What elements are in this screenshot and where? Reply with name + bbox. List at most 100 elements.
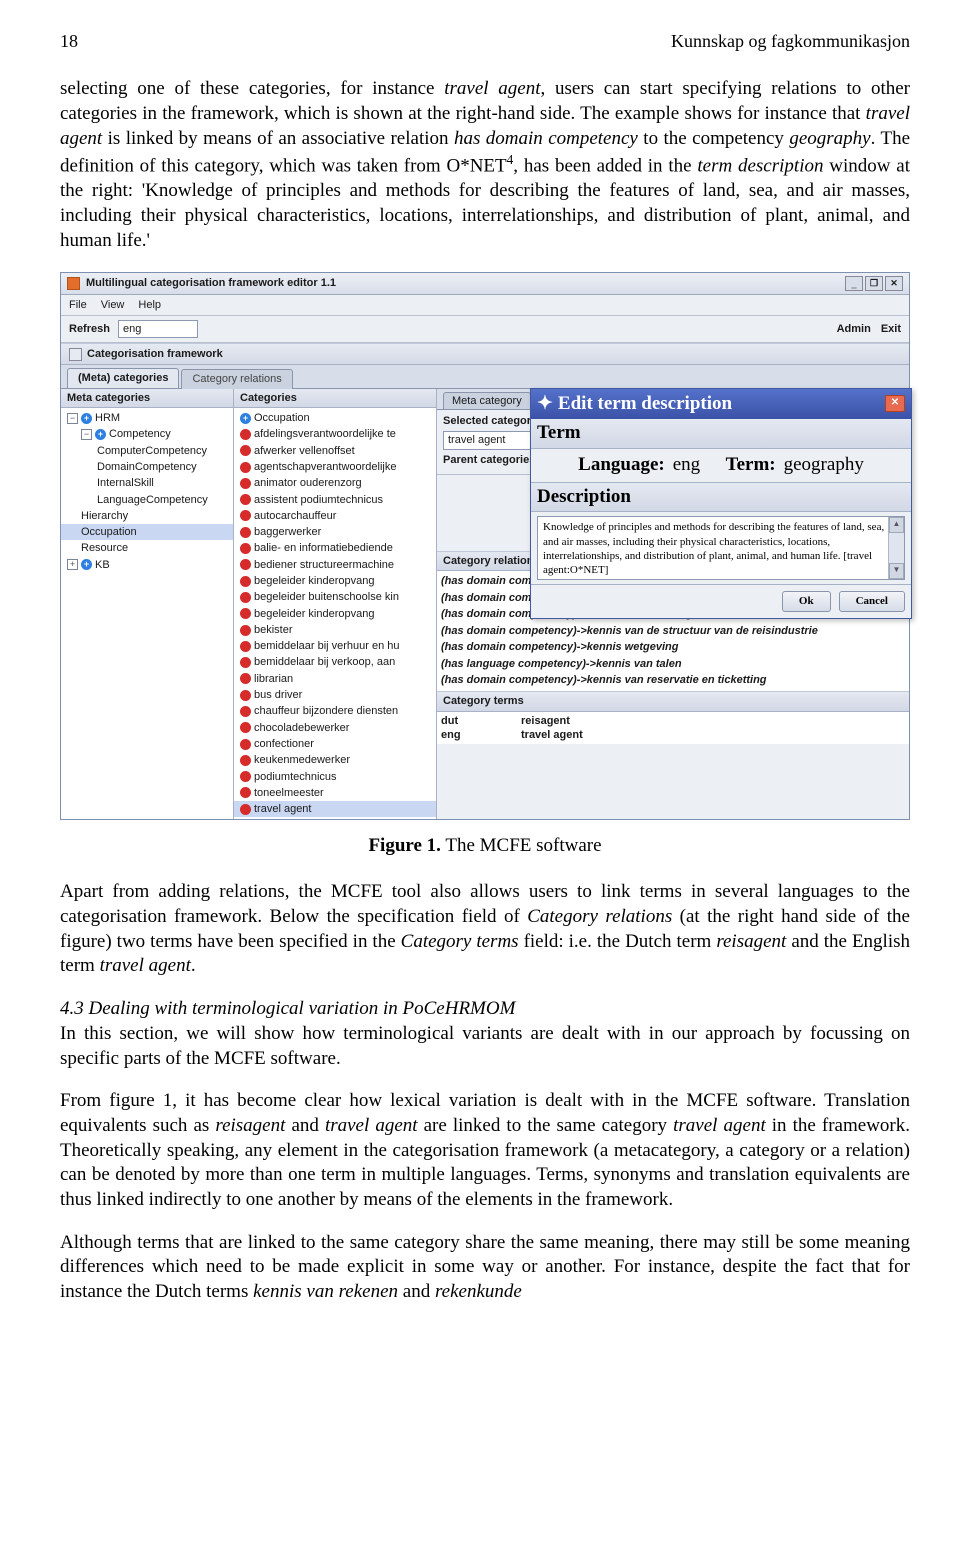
- category-item[interactable]: bemiddelaar bij verhuur en hu: [234, 638, 436, 654]
- tab-meta-category[interactable]: Meta category: [443, 392, 531, 409]
- category-item[interactable]: assistent podiumtechnicus: [234, 492, 436, 508]
- relation-item[interactable]: (has language competency)->kennis van ta…: [441, 656, 905, 673]
- category-item[interactable]: afwerker vellenoffset: [234, 443, 436, 459]
- dot-icon: [240, 608, 251, 619]
- dot-icon: [240, 804, 251, 815]
- category-item[interactable]: toneelmeester: [234, 785, 436, 801]
- category-item[interactable]: autocarchauffeur: [234, 508, 436, 524]
- panel-icon: [69, 348, 82, 361]
- dot-icon: [240, 739, 251, 750]
- close-window-icon[interactable]: ✕: [885, 276, 903, 291]
- relation-item[interactable]: (has domain competency)->kennis van de s…: [441, 623, 905, 640]
- scroll-up-icon[interactable]: ▲: [889, 517, 904, 533]
- dot-icon: [240, 445, 251, 456]
- subsection-heading: 4.3 Dealing with terminological variatio…: [60, 997, 910, 1022]
- dot-icon: [240, 690, 251, 701]
- col-header-meta: Meta categories: [61, 389, 233, 408]
- dot-icon: [240, 722, 251, 733]
- language-input[interactable]: eng: [118, 320, 198, 338]
- menu-view[interactable]: View: [101, 298, 125, 312]
- category-item[interactable]: balie- en informatiebediende: [234, 540, 436, 556]
- plus-icon: +: [81, 413, 92, 424]
- category-item[interactable]: chocoladebewerker: [234, 720, 436, 736]
- category-item[interactable]: zaalmedewerker: [234, 817, 436, 818]
- category-item[interactable]: confectioner: [234, 736, 436, 752]
- dot-icon: [240, 787, 251, 798]
- collapse-icon[interactable]: −: [67, 413, 78, 424]
- toolbar: Refresh eng Admin Exit: [61, 316, 909, 343]
- category-item[interactable]: keukenmedewerker: [234, 752, 436, 768]
- col-header-categories: Categories: [234, 389, 436, 408]
- category-item[interactable]: afdelingsverantwoordelijke te: [234, 426, 436, 442]
- minimize-icon[interactable]: ‗: [845, 276, 863, 291]
- dot-icon: [240, 706, 251, 717]
- categories-list[interactable]: +Occupationafdelingsverantwoordelijke te…: [234, 408, 436, 819]
- refresh-button[interactable]: Refresh: [69, 322, 110, 336]
- menubar: File View Help: [61, 295, 909, 316]
- category-item[interactable]: chauffeur bijzondere diensten: [234, 703, 436, 719]
- cancel-button[interactable]: Cancel: [839, 591, 905, 611]
- category-item[interactable]: bediener structureermachine: [234, 557, 436, 573]
- dot-icon: [240, 494, 251, 505]
- dot-icon: [240, 625, 251, 636]
- body-paragraph-1: selecting one of these categories, for i…: [60, 77, 910, 253]
- scroll-down-icon[interactable]: ▼: [889, 563, 904, 579]
- dot-icon: [240, 755, 251, 766]
- scrollbar[interactable]: ▲ ▼: [888, 517, 904, 579]
- panel-title: Categorisation framework: [61, 343, 909, 365]
- dot-icon: [240, 429, 251, 440]
- category-item[interactable]: travel agent: [234, 801, 436, 817]
- dot-icon: [240, 543, 251, 554]
- meta-categories-tree[interactable]: −+HRM −+Competency ComputerCompetency Do…: [61, 408, 233, 819]
- description-section-header: Description: [531, 483, 911, 513]
- menu-file[interactable]: File: [69, 298, 87, 312]
- body-paragraph-2: Apart from adding relations, the MCFE to…: [60, 880, 910, 979]
- category-item[interactable]: begeleider kinderopvang: [234, 573, 436, 589]
- category-item[interactable]: podiumtechnicus: [234, 769, 436, 785]
- dot-icon: [240, 771, 251, 782]
- window-title: Multilingual categorisation framework ed…: [86, 276, 336, 290]
- term-section-header: Term: [531, 419, 911, 449]
- expand-icon[interactable]: +: [67, 559, 78, 570]
- category-item[interactable]: agentschapverantwoordelijke: [234, 459, 436, 475]
- category-item[interactable]: begeleider buitenschoolse kin: [234, 589, 436, 605]
- tab-category-relations[interactable]: Category relations: [181, 369, 292, 388]
- category-item[interactable]: bemiddelaar bij verkoop, aan: [234, 654, 436, 670]
- category-item[interactable]: animator ouderenzorg: [234, 475, 436, 491]
- dot-icon: [240, 657, 251, 668]
- category-terms-grid[interactable]: dutreisagent engtravel agent: [437, 712, 909, 745]
- menu-help[interactable]: Help: [138, 298, 161, 312]
- category-item[interactable]: baggerwerker: [234, 524, 436, 540]
- dot-icon: [240, 592, 251, 603]
- collapse-icon[interactable]: −: [81, 429, 92, 440]
- admin-button[interactable]: Admin: [837, 322, 871, 336]
- relation-item[interactable]: (has domain competency)->kennis wetgevin…: [441, 639, 905, 656]
- category-item[interactable]: begeleider kinderopvang: [234, 606, 436, 622]
- dialog-title: Edit term description: [558, 392, 732, 417]
- body-paragraph-3: In this section, we will show how termin…: [60, 1022, 910, 1071]
- close-icon[interactable]: ✕: [885, 395, 905, 412]
- body-paragraph-5: Although terms that are linked to the sa…: [60, 1231, 910, 1305]
- category-item[interactable]: bekister: [234, 622, 436, 638]
- category-item[interactable]: bus driver: [234, 687, 436, 703]
- figure-caption: Figure 1. The MCFE software: [60, 834, 910, 859]
- dot-icon: [240, 510, 251, 521]
- dot-icon: [240, 673, 251, 684]
- dot-icon: [240, 641, 251, 652]
- category-item[interactable]: librarian: [234, 671, 436, 687]
- description-textarea[interactable]: Knowledge of principles and methods for …: [537, 516, 905, 580]
- plus-icon: +: [81, 559, 92, 570]
- dialog-icon: ✦: [537, 392, 553, 417]
- relation-item[interactable]: (has domain competency)->kennis van rese…: [441, 672, 905, 689]
- window-titlebar: Multilingual categorisation framework ed…: [61, 273, 909, 295]
- dot-icon: [240, 559, 251, 570]
- tab-meta-categories[interactable]: (Meta) categories: [67, 368, 179, 387]
- category-terms-header: Category terms: [437, 691, 909, 711]
- edit-term-dialog: ✦ Edit term description ✕ Term Language:…: [530, 388, 912, 619]
- exit-button[interactable]: Exit: [881, 322, 901, 336]
- plus-icon: +: [240, 413, 251, 424]
- main-tabs: (Meta) categories Category relations: [61, 365, 909, 388]
- ok-button[interactable]: Ok: [782, 591, 831, 611]
- category-item[interactable]: +Occupation: [234, 410, 436, 426]
- maximize-icon[interactable]: ❐: [865, 276, 883, 291]
